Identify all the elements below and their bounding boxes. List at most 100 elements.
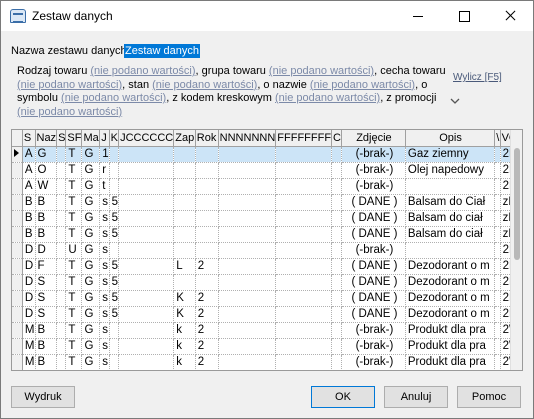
table-cell[interactable] <box>118 354 175 370</box>
table-cell[interactable]: A <box>22 162 36 179</box>
table-cell[interactable] <box>118 194 175 211</box>
table-cell[interactable]: T <box>65 354 83 370</box>
table-cell[interactable]: Produkt dla pra <box>405 354 496 370</box>
table-cell[interactable] <box>331 194 342 211</box>
table-cell[interactable]: 5 <box>109 290 120 307</box>
table-cell[interactable] <box>218 338 277 355</box>
table-cell[interactable]: G <box>81 290 101 307</box>
row-indicator[interactable] <box>12 306 23 323</box>
table-cell[interactable]: s <box>99 354 110 370</box>
table-cell[interactable] <box>173 274 196 291</box>
table-cell[interactable]: T <box>65 162 83 179</box>
table-cell[interactable]: (-brak-) <box>341 322 406 339</box>
table-cell[interactable]: 2 <box>195 258 219 275</box>
column-header[interactable]: Opis <box>405 130 496 147</box>
table-cell[interactable]: 2 <box>195 338 219 355</box>
row-indicator[interactable] <box>12 226 23 243</box>
table-cell[interactable]: (-brak-) <box>341 162 406 179</box>
unset-value-link[interactable]: (nie podano wartości) <box>152 79 257 91</box>
table-row[interactable]: MBTGsk2(-brak-)Produkt dla pra2W <box>12 322 522 339</box>
table-row[interactable]: AOTGr(-brak-)Olej napedowy2F <box>12 162 522 179</box>
table-cell[interactable]: A <box>22 178 36 195</box>
table-cell[interactable]: 2 <box>195 306 219 323</box>
table-cell[interactable] <box>56 194 67 211</box>
table-cell[interactable]: 1 <box>99 146 110 163</box>
table-cell[interactable]: s <box>99 242 110 259</box>
table-cell[interactable]: (-brak-) <box>341 338 406 355</box>
dataset-name-input[interactable]: Zestaw danych <box>124 44 200 58</box>
table-cell[interactable]: k <box>173 322 196 339</box>
table-cell[interactable] <box>218 226 277 243</box>
table-cell[interactable] <box>118 258 175 275</box>
table-cell[interactable]: B <box>35 338 58 355</box>
table-cell[interactable]: T <box>65 146 83 163</box>
row-indicator[interactable] <box>12 242 23 259</box>
table-cell[interactable] <box>275 226 333 243</box>
table-cell[interactable]: G <box>81 322 101 339</box>
unset-value-link[interactable]: (nie podano wartości) <box>310 79 415 91</box>
table-cell[interactable]: (-brak-) <box>341 354 406 370</box>
row-indicator[interactable] <box>12 322 23 339</box>
table-cell[interactable] <box>218 274 277 291</box>
table-cell[interactable]: B <box>35 354 58 370</box>
table-cell[interactable]: W <box>35 178 58 195</box>
row-indicator[interactable] <box>12 258 23 275</box>
table-row[interactable]: DSTGs5K2( DANE )Dezodorant o m2D <box>12 306 522 323</box>
table-cell[interactable] <box>118 146 175 163</box>
scrollbar-thumb[interactable] <box>514 148 520 260</box>
table-cell[interactable] <box>275 178 333 195</box>
table-cell[interactable] <box>118 338 175 355</box>
table-cell[interactable] <box>173 162 196 179</box>
column-header[interactable]: C <box>331 130 342 147</box>
table-cell[interactable]: ( DANE ) <box>341 226 406 243</box>
table-cell[interactable] <box>218 258 277 275</box>
row-indicator[interactable] <box>12 210 23 227</box>
table-row[interactable]: DDUGs(-brak-)2F <box>12 242 522 259</box>
table-cell[interactable] <box>331 146 342 163</box>
table-cell[interactable]: s <box>99 338 110 355</box>
table-cell[interactable]: B <box>22 210 36 227</box>
table-row[interactable]: MBTGsk2(-brak-)Produkt dla pra2W <box>12 354 522 370</box>
table-cell[interactable]: 5 <box>109 226 120 243</box>
table-cell[interactable]: G <box>81 354 101 370</box>
table-cell[interactable]: Gaz ziemny <box>405 146 496 163</box>
column-header[interactable]: Ma <box>81 130 101 147</box>
table-cell[interactable] <box>405 242 496 259</box>
table-cell[interactable]: B <box>35 226 58 243</box>
table-cell[interactable] <box>173 146 196 163</box>
unset-value-link[interactable]: (nie podano wartości) <box>61 92 166 104</box>
table-cell[interactable] <box>56 162 67 179</box>
table-cell[interactable] <box>109 178 120 195</box>
table-cell[interactable] <box>173 226 196 243</box>
table-cell[interactable]: D <box>22 306 36 323</box>
table-cell[interactable] <box>405 178 496 195</box>
unset-value-link[interactable]: (nie podano wartości) <box>90 65 195 77</box>
table-cell[interactable] <box>275 242 333 259</box>
table-cell[interactable]: Dezodorant o m <box>405 290 496 307</box>
table-cell[interactable]: M <box>22 354 36 370</box>
table-cell[interactable]: Balsam do Ciał <box>405 194 496 211</box>
table-cell[interactable] <box>195 274 219 291</box>
table-cell[interactable] <box>218 354 277 370</box>
table-cell[interactable]: S <box>35 274 58 291</box>
table-cell[interactable]: G <box>81 162 101 179</box>
table-cell[interactable] <box>275 162 333 179</box>
table-cell[interactable]: D <box>22 290 36 307</box>
column-header[interactable]: Zdjęcie <box>341 130 406 147</box>
table-cell[interactable] <box>275 290 333 307</box>
table-row[interactable]: DSTGs5( DANE )Dezodorant o m2D <box>12 274 522 291</box>
table-cell[interactable] <box>331 354 342 370</box>
table-cell[interactable] <box>109 354 120 370</box>
table-cell[interactable]: Dezodorant o m <box>405 258 496 275</box>
table-cell[interactable]: F <box>35 258 58 275</box>
table-cell[interactable]: T <box>65 210 83 227</box>
table-cell[interactable] <box>118 290 175 307</box>
table-cell[interactable]: O <box>35 162 58 179</box>
column-header[interactable]: J <box>99 130 110 147</box>
table-cell[interactable]: r <box>99 162 110 179</box>
column-header[interactable]: SF <box>65 130 83 147</box>
table-cell[interactable]: (-brak-) <box>341 146 406 163</box>
table-cell[interactable] <box>109 338 120 355</box>
table-cell[interactable] <box>275 274 333 291</box>
table-cell[interactable]: G <box>81 226 101 243</box>
